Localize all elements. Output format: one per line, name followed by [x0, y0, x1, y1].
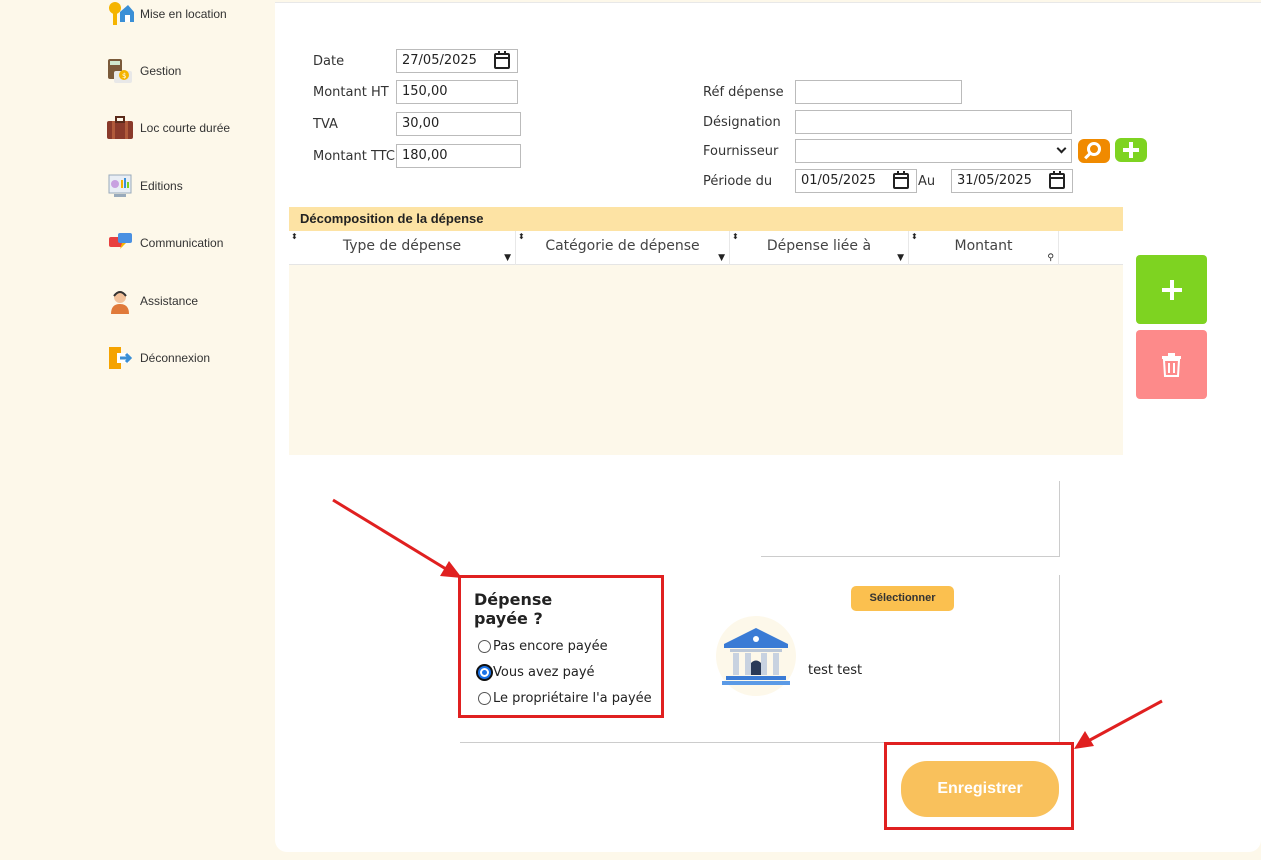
annotation-arrows [332, 498, 1163, 749]
